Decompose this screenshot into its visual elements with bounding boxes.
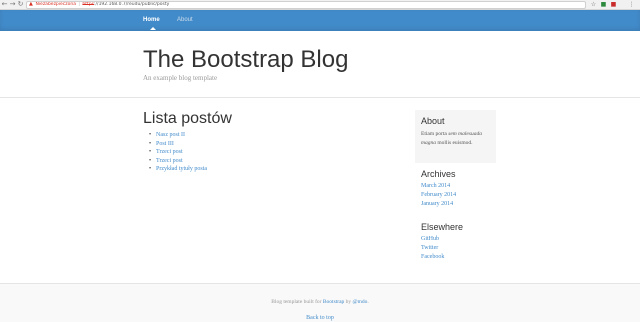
warning-icon: ▲ <box>29 1 33 7</box>
author-link[interactable]: @mdo <box>353 299 368 305</box>
arrow-right-icon[interactable]: → <box>9 1 16 8</box>
url-path: ://192.168.0.7/reudu/public/posty <box>94 2 170 7</box>
about-text: Etiam porta sem malesuada magna mollis e… <box>421 131 482 146</box>
blog-header: The Bootstrap Blog An example blog templ… <box>143 46 503 83</box>
main-column: Lista postów Nasz post II Post III Trzec… <box>143 110 393 174</box>
archive-link[interactable]: February 2014 <box>421 192 456 198</box>
post-link[interactable]: Post III <box>156 141 174 147</box>
list-item: Twitter <box>421 244 497 253</box>
bootstrap-link[interactable]: Bootstrap <box>323 299 344 305</box>
sidebar: About Etiam porta sem malesuada magna mo… <box>415 110 497 262</box>
list-item: Przykład tytuły posta <box>149 165 393 174</box>
footer-credit: Blog template built for Bootstrap by @md… <box>271 299 369 305</box>
reload-icon[interactable]: ↻ <box>17 1 24 8</box>
list-item: February 2014 <box>421 191 497 200</box>
masthead-nav: Home About <box>0 10 640 31</box>
nav-about-link[interactable]: About <box>177 10 193 31</box>
archives-module: Archives March 2014 February 2014 Januar… <box>415 169 497 208</box>
about-title: About <box>421 116 445 126</box>
blog-description: An example blog template <box>143 74 218 82</box>
active-indicator <box>150 27 156 30</box>
post-link[interactable]: Trzeci post <box>156 149 183 155</box>
back-to-top-link[interactable]: Back to top <box>306 315 334 322</box>
facebook-link[interactable]: Facebook <box>421 254 444 260</box>
url-scheme: https <box>82 2 95 7</box>
security-warning: Niezabezpieczona <box>35 2 77 7</box>
list-item: Trzeci post <box>149 148 393 157</box>
list-item: Facebook <box>421 253 497 262</box>
blog-title: The Bootstrap Blog <box>143 46 349 73</box>
elsewhere-module: Elsewhere GitHub Twitter Facebook <box>415 222 497 261</box>
list-item: January 2014 <box>421 200 497 209</box>
star-icon[interactable]: ☆ <box>590 1 597 8</box>
about-module: About Etiam porta sem malesuada magna mo… <box>415 110 496 163</box>
post-link[interactable]: Przykład tytuły posta <box>156 166 207 172</box>
list-item: March 2014 <box>421 182 497 191</box>
list-item: Post III <box>149 140 393 149</box>
list-item: GitHub <box>421 235 497 244</box>
list-item: Trzeci post <box>149 157 393 166</box>
archive-link[interactable]: March 2014 <box>421 183 450 189</box>
elsewhere-title: Elsewhere <box>421 222 464 233</box>
arrow-left-icon[interactable]: ← <box>1 1 8 8</box>
posts-list: Nasz post II Post III Trzeci post Trzeci… <box>143 131 393 174</box>
list-item: Nasz post II <box>149 131 393 140</box>
extension-icon[interactable]: ■ <box>600 1 607 8</box>
post-link[interactable]: Nasz post II <box>156 132 185 138</box>
address-bar[interactable]: ▲ Niezabezpieczona | https://192.168.0.7… <box>26 1 586 9</box>
archive-link[interactable]: January 2014 <box>421 201 453 207</box>
github-link[interactable]: GitHub <box>421 236 439 242</box>
header-divider <box>0 97 640 98</box>
twitter-link[interactable]: Twitter <box>421 245 438 251</box>
browser-toolbar: ← → ↻ ▲ Niezabezpieczona | https://192.1… <box>0 0 640 10</box>
extension-icon[interactable]: ■ <box>610 1 617 8</box>
post-link[interactable]: Trzeci post <box>156 158 183 164</box>
archives-title: Archives <box>421 169 456 179</box>
posts-title: Lista postów <box>143 110 232 127</box>
blog-footer: Blog template built for Bootstrap by @md… <box>0 283 640 322</box>
kebab-menu-icon[interactable]: ⋮ <box>628 1 635 8</box>
